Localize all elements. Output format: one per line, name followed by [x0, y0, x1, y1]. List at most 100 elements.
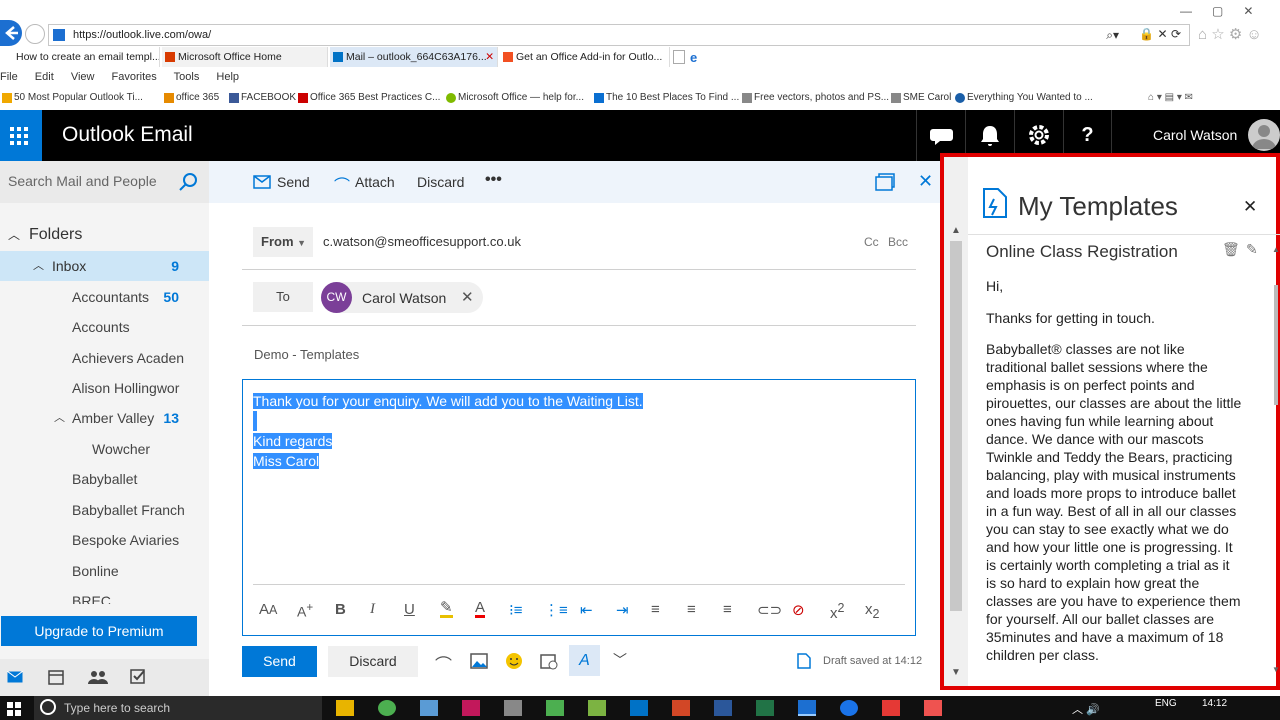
language-indicator[interactable]: ENG — [1155, 698, 1177, 709]
message-body[interactable]: Thank you for your enquiry. We will add … — [242, 379, 916, 636]
powerpoint-icon[interactable] — [672, 700, 690, 716]
superscript-icon[interactable]: x2 — [830, 601, 844, 622]
app-icon[interactable] — [924, 700, 942, 716]
address-bar[interactable]: https://outlook.live.com/owa/ ⌕▾ 🔒 ✕ ⟳ — [48, 24, 1190, 46]
upgrade-button[interactable]: Upgrade to Premium — [1, 616, 197, 646]
forward-icon[interactable] — [25, 24, 45, 44]
folder-inbox[interactable]: ︿ Inbox 9 — [0, 251, 209, 281]
templates-addin-icon[interactable]: A — [569, 645, 600, 676]
folder-item[interactable]: Alison Hollingwor — [0, 373, 209, 403]
excel-icon[interactable] — [756, 700, 774, 716]
window-controls[interactable]: — ▢ ✕ — [1180, 4, 1253, 18]
menu-file[interactable]: File — [0, 71, 18, 83]
popout-icon[interactable] — [875, 173, 895, 191]
search-box[interactable]: Search Mail and People — [0, 161, 209, 203]
picture-icon[interactable] — [470, 653, 488, 669]
more-icon[interactable]: ••• — [485, 171, 502, 189]
acrobat-icon[interactable] — [882, 700, 900, 716]
edit-icon[interactable]: ✎ — [1246, 241, 1258, 258]
fav-2[interactable]: FACEBOOK — [229, 88, 296, 108]
calendar-invite-icon[interactable] — [540, 652, 558, 670]
bold-icon[interactable]: B — [335, 601, 346, 618]
app-icon[interactable] — [840, 700, 858, 716]
subscript-icon[interactable]: x2 — [865, 601, 879, 621]
fav-3[interactable]: Office 365 Best Practices C... — [298, 88, 440, 108]
tab-4[interactable]: Get an Office Add-in for Outlo... — [500, 47, 670, 67]
menu-help[interactable]: Help — [216, 71, 239, 83]
app-icon[interactable] — [588, 700, 606, 716]
remove-recipient-icon[interactable]: ✕ — [461, 288, 474, 306]
recipient-chip[interactable]: CW Carol Watson ✕ — [321, 282, 483, 313]
fav-toolbar-icons[interactable]: ⌂ ▾ ▤ ▾ ✉ — [1148, 88, 1193, 108]
font-color-icon[interactable]: A — [475, 600, 486, 618]
folder-item[interactable]: BREC — [0, 586, 209, 604]
bcc-link[interactable]: Bcc — [888, 235, 908, 249]
attach-button[interactable]: Attach — [355, 174, 395, 190]
folder-item[interactable]: Bespoke Aviaries — [0, 525, 209, 555]
from-button[interactable]: From ▼ — [253, 227, 313, 257]
underline-icon[interactable]: U — [404, 601, 415, 618]
folder-item[interactable]: Wowcher — [0, 434, 209, 464]
windows-start-icon[interactable] — [7, 702, 21, 716]
subject-field[interactable]: Demo - Templates — [254, 347, 359, 362]
align-left-icon[interactable]: ≡ — [651, 601, 660, 618]
delete-icon[interactable]: 🗑 — [1222, 241, 1240, 258]
chevron-down-icon[interactable]: ﹀ — [613, 650, 627, 670]
close-tab-icon[interactable]: ✕ — [485, 47, 494, 67]
fav-8[interactable]: Everything You Wanted to ... — [955, 88, 1093, 108]
inner-scrollbar[interactable]: ▲ ▼ — [1272, 245, 1280, 685]
close-compose-icon[interactable]: ✕ — [918, 171, 933, 192]
folder-item[interactable]: Accountants 50 — [0, 282, 209, 312]
emoji-icon[interactable] — [505, 652, 523, 670]
user-name[interactable]: Carol Watson — [1153, 127, 1237, 143]
send-button[interactable]: Send — [242, 646, 317, 677]
outlook-taskbar-icon[interactable] — [630, 700, 648, 716]
new-tab-icon[interactable] — [673, 50, 685, 64]
link-icon[interactable]: ⊂⊃ — [757, 601, 782, 619]
search-icon[interactable]: ⌕▾ — [1106, 28, 1119, 43]
discard-button[interactable]: Discard — [328, 646, 418, 677]
app-icon[interactable] — [420, 700, 438, 716]
fav-5[interactable]: The 10 Best Places To Find ... — [594, 88, 739, 108]
app-icon[interactable] — [546, 700, 564, 716]
align-center-icon[interactable]: ≡ — [687, 601, 696, 618]
font-size-icon[interactable]: AA — [259, 601, 277, 618]
app-icon[interactable] — [462, 700, 480, 716]
fav-0[interactable]: 50 Most Popular Outlook Ti... — [2, 88, 143, 108]
explorer-icon[interactable] — [336, 700, 354, 716]
folders-header[interactable]: ︿ Folders — [0, 220, 209, 250]
tab-3-active[interactable]: Mail – outlook_664C63A176... ✕ — [330, 47, 498, 67]
search-icon[interactable] — [178, 172, 198, 192]
clock[interactable]: 14:12 — [1202, 698, 1227, 709]
fav-6[interactable]: Free vectors, photos and PS... — [742, 88, 889, 108]
taskbar-search[interactable]: Type here to search — [34, 696, 322, 720]
to-button[interactable]: To — [253, 282, 313, 312]
tasks-icon[interactable] — [130, 669, 146, 685]
folder-item[interactable]: Bonline — [0, 556, 209, 586]
folder-item[interactable]: ︿ Amber Valley 13 — [0, 403, 209, 433]
menu-tools[interactable]: Tools — [174, 71, 200, 83]
tray-icons[interactable]: ︿ 🔊 — [1072, 701, 1100, 717]
app-icon[interactable] — [504, 700, 522, 716]
ie-taskbar-icon[interactable] — [798, 700, 816, 716]
folder-item[interactable]: Accounts — [0, 312, 209, 342]
close-icon[interactable]: ✕ — [1243, 197, 1257, 217]
fav-4[interactable]: Microsoft Office — help for... — [446, 88, 584, 108]
chrome-icon[interactable] — [378, 700, 396, 716]
outdent-icon[interactable]: ⇤ — [580, 601, 593, 619]
app-launcher-icon[interactable] — [0, 110, 42, 161]
highlight-icon[interactable]: ✎ — [440, 600, 453, 618]
fav-7[interactable]: SME Carol — [891, 88, 951, 108]
fav-1[interactable]: office 365 — [164, 88, 219, 108]
bullets-icon[interactable]: ⁝≡ — [509, 601, 523, 619]
numbering-icon[interactable]: ⋮≡ — [544, 601, 568, 619]
discard-toolbar-button[interactable]: Discard — [417, 174, 464, 190]
align-right-icon[interactable]: ≡ — [723, 601, 732, 618]
mail-icon[interactable] — [7, 671, 23, 683]
menu-edit[interactable]: Edit — [35, 71, 54, 83]
attach-icon[interactable]: ⌒ — [435, 651, 452, 676]
folder-item[interactable]: Achievers Acaden — [0, 343, 209, 373]
unlink-icon[interactable]: ⊘ — [792, 601, 805, 619]
template-name[interactable]: Online Class Registration — [986, 242, 1178, 262]
search-input[interactable]: Search Mail and People — [8, 173, 157, 189]
